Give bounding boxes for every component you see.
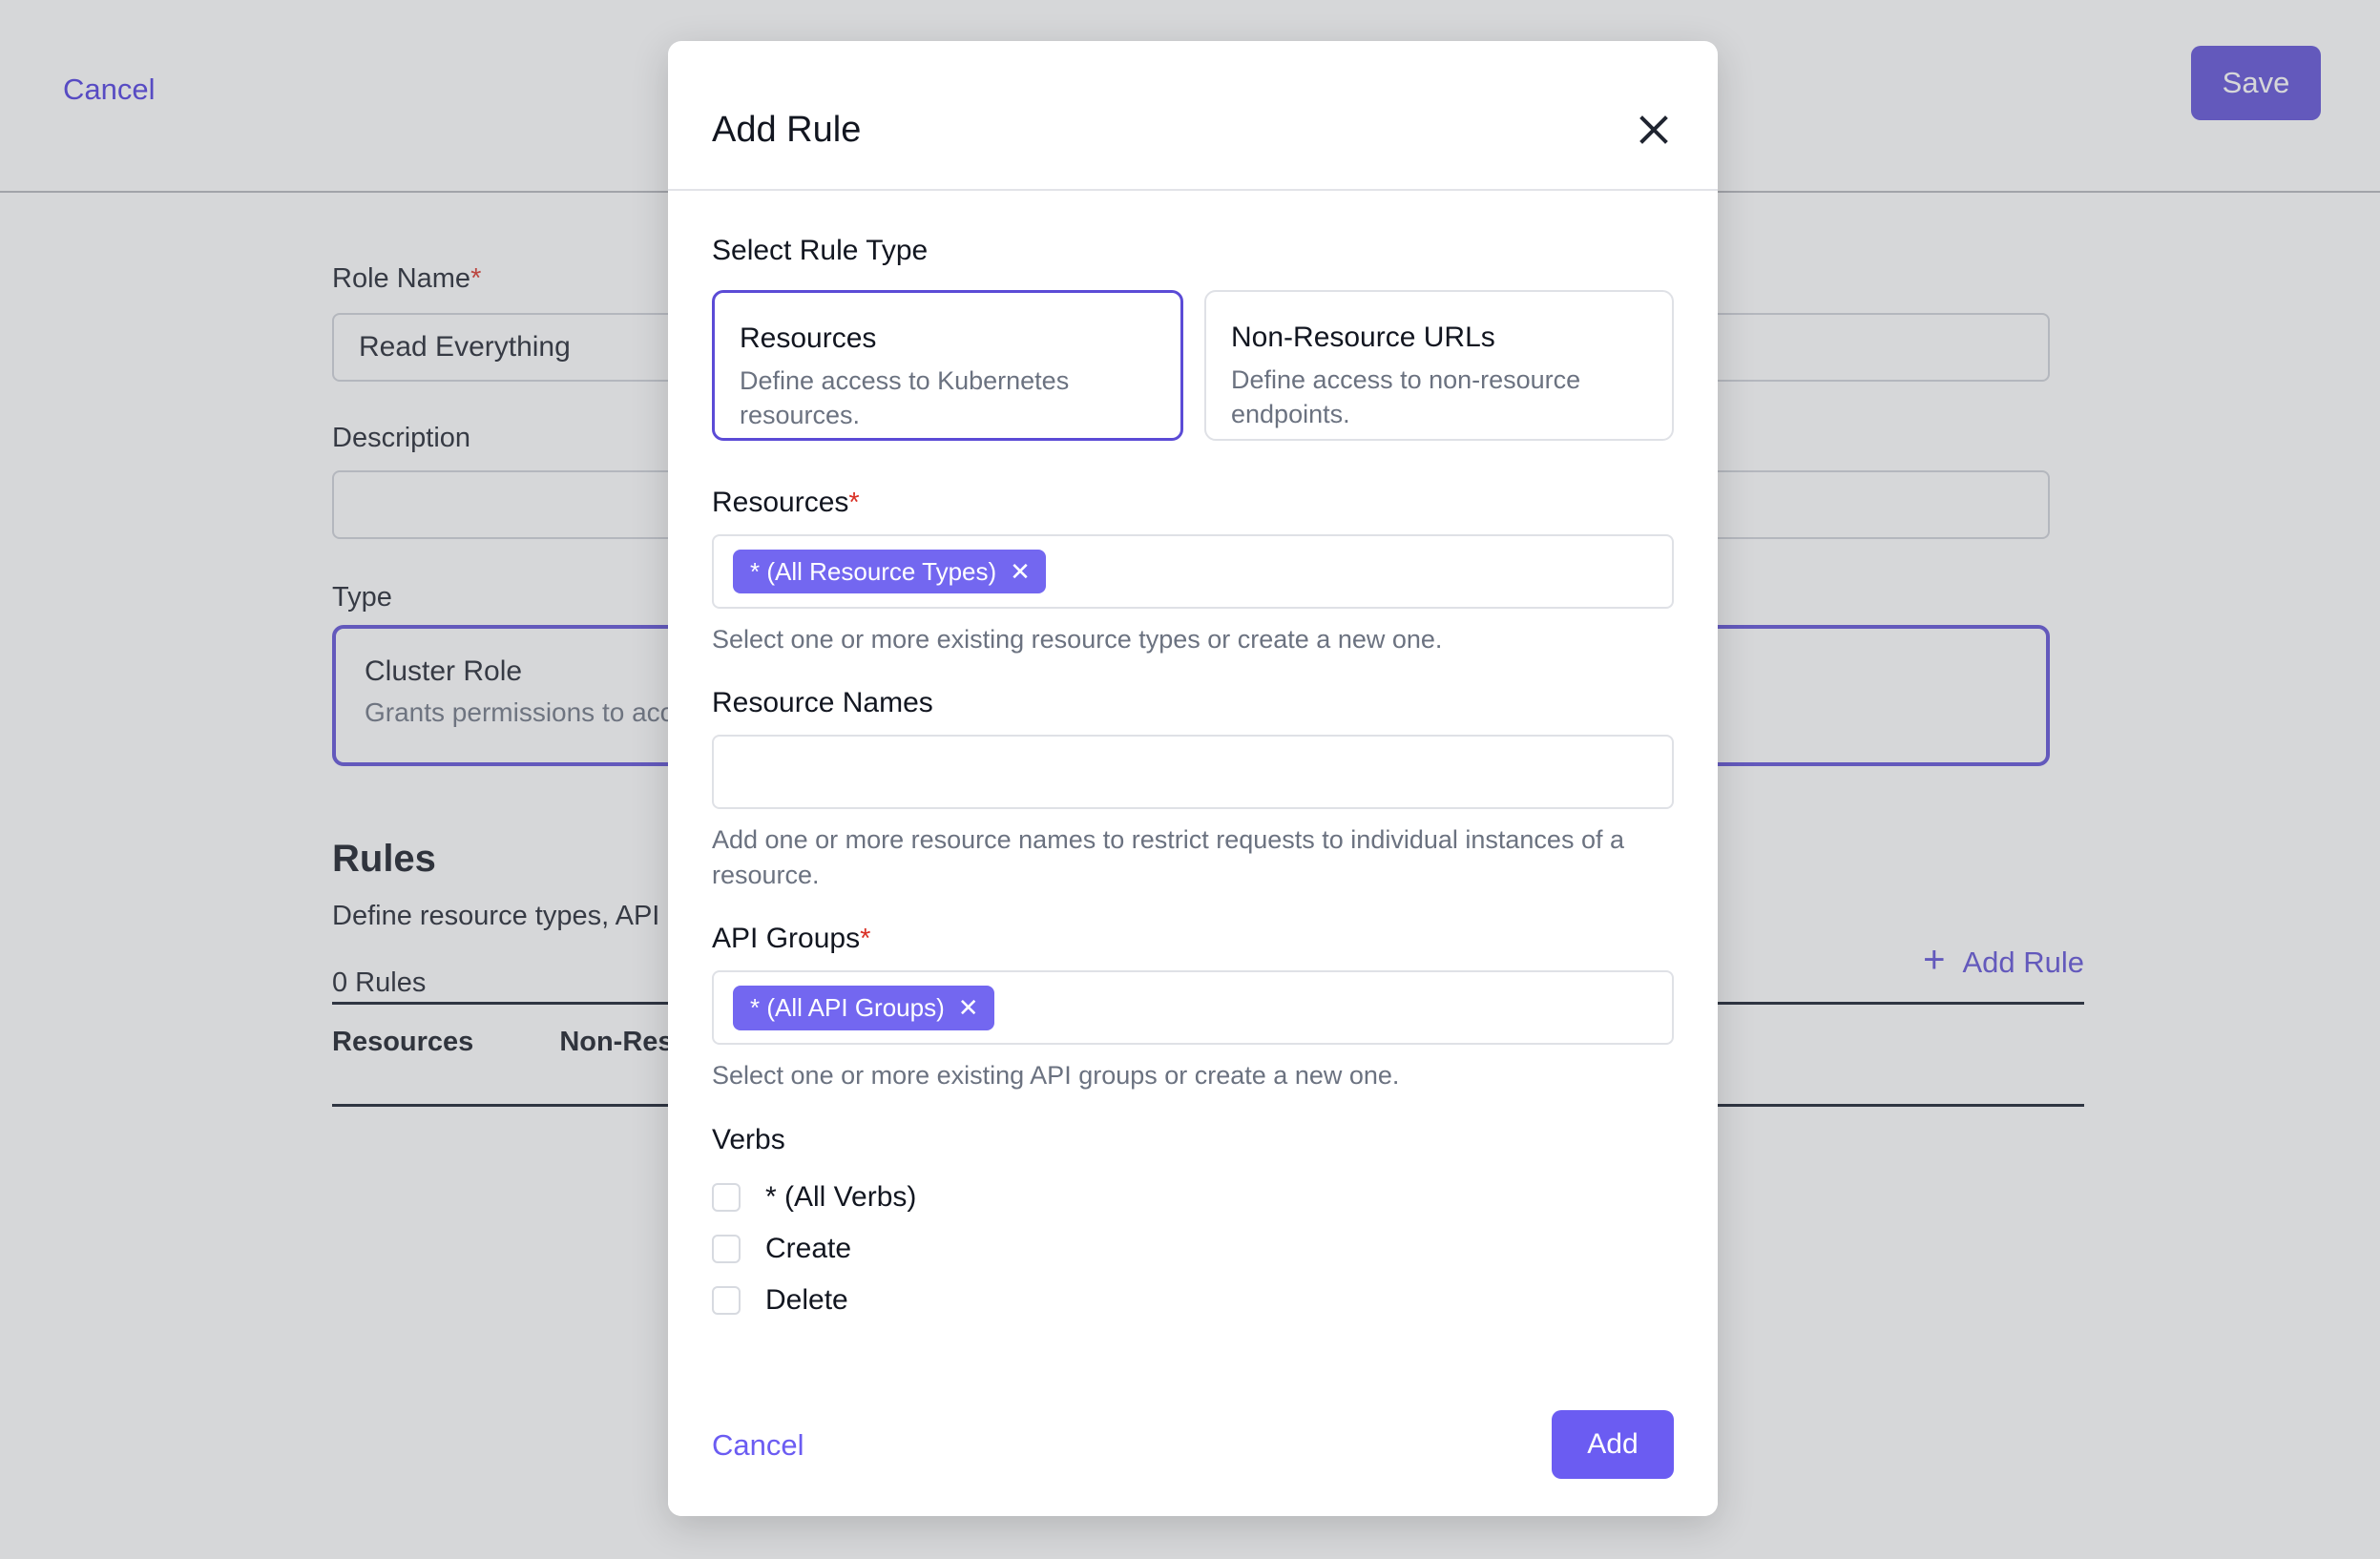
api-groups-helper-text: Select one or more existing API groups o…: [712, 1061, 1400, 1091]
chip-remove-icon[interactable]: ✕: [1010, 559, 1031, 584]
api-groups-label-text: API Groups: [712, 923, 861, 955]
resources-label-text: Resources: [712, 487, 849, 518]
chip-label: * (All API Groups): [750, 993, 945, 1023]
rule-type-card-non-resource-urls[interactable]: Non-Resource URLs Define access to non-r…: [1204, 290, 1674, 441]
resource-names-label: Resource Names: [712, 687, 933, 719]
verb-label: Delete: [765, 1283, 848, 1316]
resources-label: Resources*: [712, 488, 1674, 517]
rule-type-card-resources[interactable]: Resources Define access to Kubernetes re…: [712, 290, 1183, 441]
verb-label: * (All Verbs): [765, 1180, 917, 1213]
resources-helper-text: Select one or more existing resource typ…: [712, 625, 1443, 654]
select-rule-type-label: Select Rule Type: [712, 235, 929, 266]
modal-header: Add Rule: [668, 41, 1718, 191]
rule-type-non-resource-urls-name: Non-Resource URLs: [1231, 322, 1495, 353]
modal-body[interactable]: Select Rule Type Resources Define access…: [668, 191, 1718, 1373]
add-rule-modal: Add Rule Select Rule Type Resources Defi…: [668, 41, 1718, 1516]
resources-group: Resources* * (All Resource Types) ✕ Sele…: [712, 488, 1674, 656]
api-groups-select[interactable]: * (All API Groups) ✕: [712, 970, 1674, 1046]
rule-type-non-resource-urls-desc: Define access to non-resource endpoints.: [1231, 365, 1581, 429]
close-icon[interactable]: [1632, 108, 1676, 152]
modal-add-button[interactable]: Add: [1552, 1410, 1674, 1479]
modal-footer: Cancel Add: [668, 1373, 1718, 1516]
resource-names-helper-text: Add one or more resource names to restri…: [712, 825, 1624, 889]
checkbox-icon[interactable]: [712, 1234, 741, 1263]
api-groups-group: API Groups* * (All API Groups) ✕ Select …: [712, 925, 1674, 1092]
rule-type-resources-desc: Define access to Kubernetes resources.: [740, 366, 1070, 430]
checkbox-icon[interactable]: [712, 1285, 741, 1315]
resource-names-input[interactable]: [712, 735, 1674, 810]
verb-option-delete[interactable]: Delete: [712, 1275, 1674, 1326]
chip-all-api-groups[interactable]: * (All API Groups) ✕: [733, 986, 994, 1030]
chip-remove-icon[interactable]: ✕: [958, 995, 979, 1020]
chip-label: * (All Resource Types): [750, 556, 997, 586]
verbs-label: Verbs: [712, 1123, 785, 1155]
api-groups-required-star: *: [860, 924, 871, 955]
verb-label: Create: [765, 1232, 852, 1264]
checkbox-icon[interactable]: [712, 1182, 741, 1212]
resource-names-group: Resource Names Add one or more resource …: [712, 689, 1674, 892]
api-groups-label: API Groups*: [712, 925, 1674, 953]
rule-type-options: Resources Define access to Kubernetes re…: [712, 290, 1674, 441]
verbs-group: Verbs * (All Verbs) Create Delete: [712, 1123, 1674, 1326]
verb-option-all-verbs[interactable]: * (All Verbs): [712, 1172, 1674, 1223]
verbs-list: * (All Verbs) Create Delete: [712, 1172, 1674, 1326]
modal-cancel-button[interactable]: Cancel: [712, 1430, 804, 1460]
rule-type-resources-name: Resources: [740, 322, 877, 354]
chip-all-resource-types[interactable]: * (All Resource Types) ✕: [733, 549, 1046, 594]
verb-option-create[interactable]: Create: [712, 1223, 1674, 1275]
resources-select[interactable]: * (All Resource Types) ✕: [712, 534, 1674, 609]
modal-title: Add Rule: [712, 110, 862, 150]
resources-required-star: *: [848, 488, 860, 518]
